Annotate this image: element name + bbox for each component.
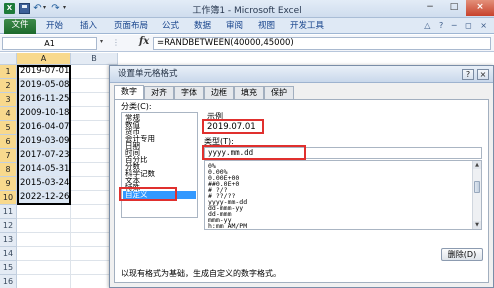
cell-a[interactable]	[17, 247, 71, 261]
tab-fill[interactable]: 填充	[234, 86, 264, 99]
row-header[interactable]: 7	[0, 149, 17, 163]
row-header[interactable]: 14	[0, 247, 17, 261]
cell-a[interactable]: 2016-11-25	[17, 93, 71, 107]
cell-a[interactable]: 2019-05-08	[17, 79, 71, 93]
scroll-up-icon[interactable]: ▲	[473, 161, 481, 169]
row-header[interactable]: 5	[0, 121, 17, 135]
category-item[interactable]: 科学记数	[123, 170, 196, 177]
category-item[interactable]: 数值	[123, 121, 196, 128]
cell-a[interactable]: 2014-05-31	[17, 163, 71, 177]
category-label: 分类(C):	[121, 102, 152, 111]
cell-a[interactable]: 2022-12-26	[17, 191, 71, 205]
cell-a[interactable]	[17, 261, 71, 275]
dialog-title: 设置单元格格式	[110, 66, 493, 83]
ribbon-window-controls[interactable]: △ ? ─ ◻ ×	[424, 21, 490, 30]
tab-border[interactable]: 边框	[204, 86, 234, 99]
tab-home[interactable]: 开始	[46, 20, 63, 34]
cell-a[interactable]: 2017-07-23	[17, 149, 71, 163]
sample-value: 2019.07.01	[207, 122, 256, 132]
category-item[interactable]: 货币	[123, 128, 196, 135]
tab-developer[interactable]: 开发工具	[290, 20, 324, 34]
row-header[interactable]: 13	[0, 233, 17, 247]
insert-function-button[interactable]: fx	[139, 36, 149, 47]
worksheet: A B 1 2019-07-01 2 2019-05-08 3 2016-11-25 4 20…	[0, 53, 118, 288]
title-bar: X ↶ ▾ ↷ ▾ 工作簿1 - Microsoft Excel − □ ×	[0, 0, 494, 18]
tab-page-layout[interactable]: 页面布局	[114, 20, 148, 34]
tab-number[interactable]: 数字	[114, 85, 144, 100]
row-header[interactable]: 3	[0, 93, 17, 107]
category-item[interactable]: 分数	[123, 163, 196, 170]
tab-font[interactable]: 字体	[174, 86, 204, 99]
row-header[interactable]: 1	[0, 65, 17, 79]
row-header[interactable]: 2	[0, 79, 17, 93]
ribbon-tabs: 文件 开始 插入 页面布局 公式 数据 审阅 视图 开发工具 △ ? ─ ◻ ×	[0, 18, 494, 34]
cell-a[interactable]: 2016-04-07	[17, 121, 71, 135]
type-input[interactable]: yyyy.mm.dd	[204, 147, 482, 159]
row-header[interactable]: 10	[0, 191, 17, 205]
row-header[interactable]: 6	[0, 135, 17, 149]
cell-a[interactable]: 2009-10-18	[17, 107, 71, 121]
row-header[interactable]: 11	[0, 205, 17, 219]
row-header[interactable]: 9	[0, 177, 17, 191]
format-cells-dialog: 设置单元格格式 ? × 数字 对齐 字体 边框 填充 保护 分类(C): 常规 …	[109, 65, 494, 288]
scroll-thumb[interactable]	[474, 181, 480, 193]
category-item[interactable]: 文本	[123, 177, 196, 184]
format-list-scrollbar[interactable]: ▲ ▼	[472, 161, 481, 229]
row-header[interactable]: 15	[0, 261, 17, 275]
category-item[interactable]: 时间	[123, 149, 196, 156]
row-header[interactable]: 12	[0, 219, 17, 233]
tab-view[interactable]: 视图	[258, 20, 275, 34]
dialog-close-button[interactable]: ×	[477, 69, 489, 80]
category-item[interactable]: 常规	[123, 114, 196, 121]
tab-alignment[interactable]: 对齐	[144, 86, 174, 99]
sample-label: 示例	[207, 112, 223, 121]
row-header[interactable]: 8	[0, 163, 17, 177]
close-button[interactable]: ×	[466, 0, 494, 16]
window-controls: − □ ×	[418, 0, 494, 16]
category-item[interactable]: 百分比	[123, 156, 196, 163]
category-item[interactable]: 日期	[123, 142, 196, 149]
format-list[interactable]: 0% 0.00% 0.00E+00 ##0.0E+0 # ?/? # ??/??…	[204, 160, 482, 230]
delete-button[interactable]: 删除(D)	[441, 248, 483, 261]
tab-data[interactable]: 数据	[194, 20, 211, 34]
tab-formulas[interactable]: 公式	[162, 20, 179, 34]
minimize-button[interactable]: −	[418, 0, 442, 16]
row-header[interactable]: 16	[0, 275, 17, 288]
formula-bar-grip-icon: ⋮	[112, 38, 120, 47]
column-header-b[interactable]: B	[71, 53, 118, 65]
format-description: 以现有格式为基础，生成自定义的数字格式。	[121, 269, 281, 278]
cell-a[interactable]	[17, 233, 71, 247]
tab-review[interactable]: 审阅	[226, 20, 243, 34]
category-item-custom[interactable]: 自定义	[123, 191, 196, 199]
number-tab-panel: 分类(C): 常规 数值 货币 会计专用 日期 时间 百分比 分数 科学记数 文…	[114, 99, 489, 283]
maximize-button[interactable]: □	[442, 0, 466, 16]
cell-a[interactable]	[17, 205, 71, 219]
format-item[interactable]: h:mm AM/PM	[208, 223, 247, 230]
cell-a[interactable]: 2015-03-24	[17, 177, 71, 191]
cell-a[interactable]	[17, 219, 71, 233]
category-item[interactable]: 特殊	[123, 184, 196, 191]
formula-bar: A1 ▾ ⋮ fx =RANDBETWEEN(40000,45000)	[0, 35, 494, 52]
name-box-dropdown-icon[interactable]: ▾	[100, 38, 103, 45]
cell-a[interactable]	[17, 275, 71, 288]
tab-insert[interactable]: 插入	[80, 20, 97, 34]
select-all-corner[interactable]	[0, 53, 17, 65]
type-label: 类型(T):	[204, 137, 234, 146]
cell-a[interactable]: 2019-03-09	[17, 135, 71, 149]
help-button[interactable]: ?	[462, 69, 474, 80]
column-header-a[interactable]: A	[17, 53, 71, 65]
scroll-down-icon[interactable]: ▼	[473, 221, 481, 229]
category-list[interactable]: 常规 数值 货币 会计专用 日期 时间 百分比 分数 科学记数 文本 特殊 自定…	[121, 112, 198, 218]
category-item[interactable]: 会计专用	[123, 135, 196, 142]
formula-input[interactable]: =RANDBETWEEN(40000,45000)	[153, 37, 491, 50]
name-box[interactable]: A1	[2, 37, 97, 50]
cell-a[interactable]: 2019-07-01	[17, 65, 71, 79]
tab-file[interactable]: 文件	[4, 19, 36, 34]
row-header[interactable]: 4	[0, 107, 17, 121]
tab-protection[interactable]: 保护	[264, 86, 294, 99]
